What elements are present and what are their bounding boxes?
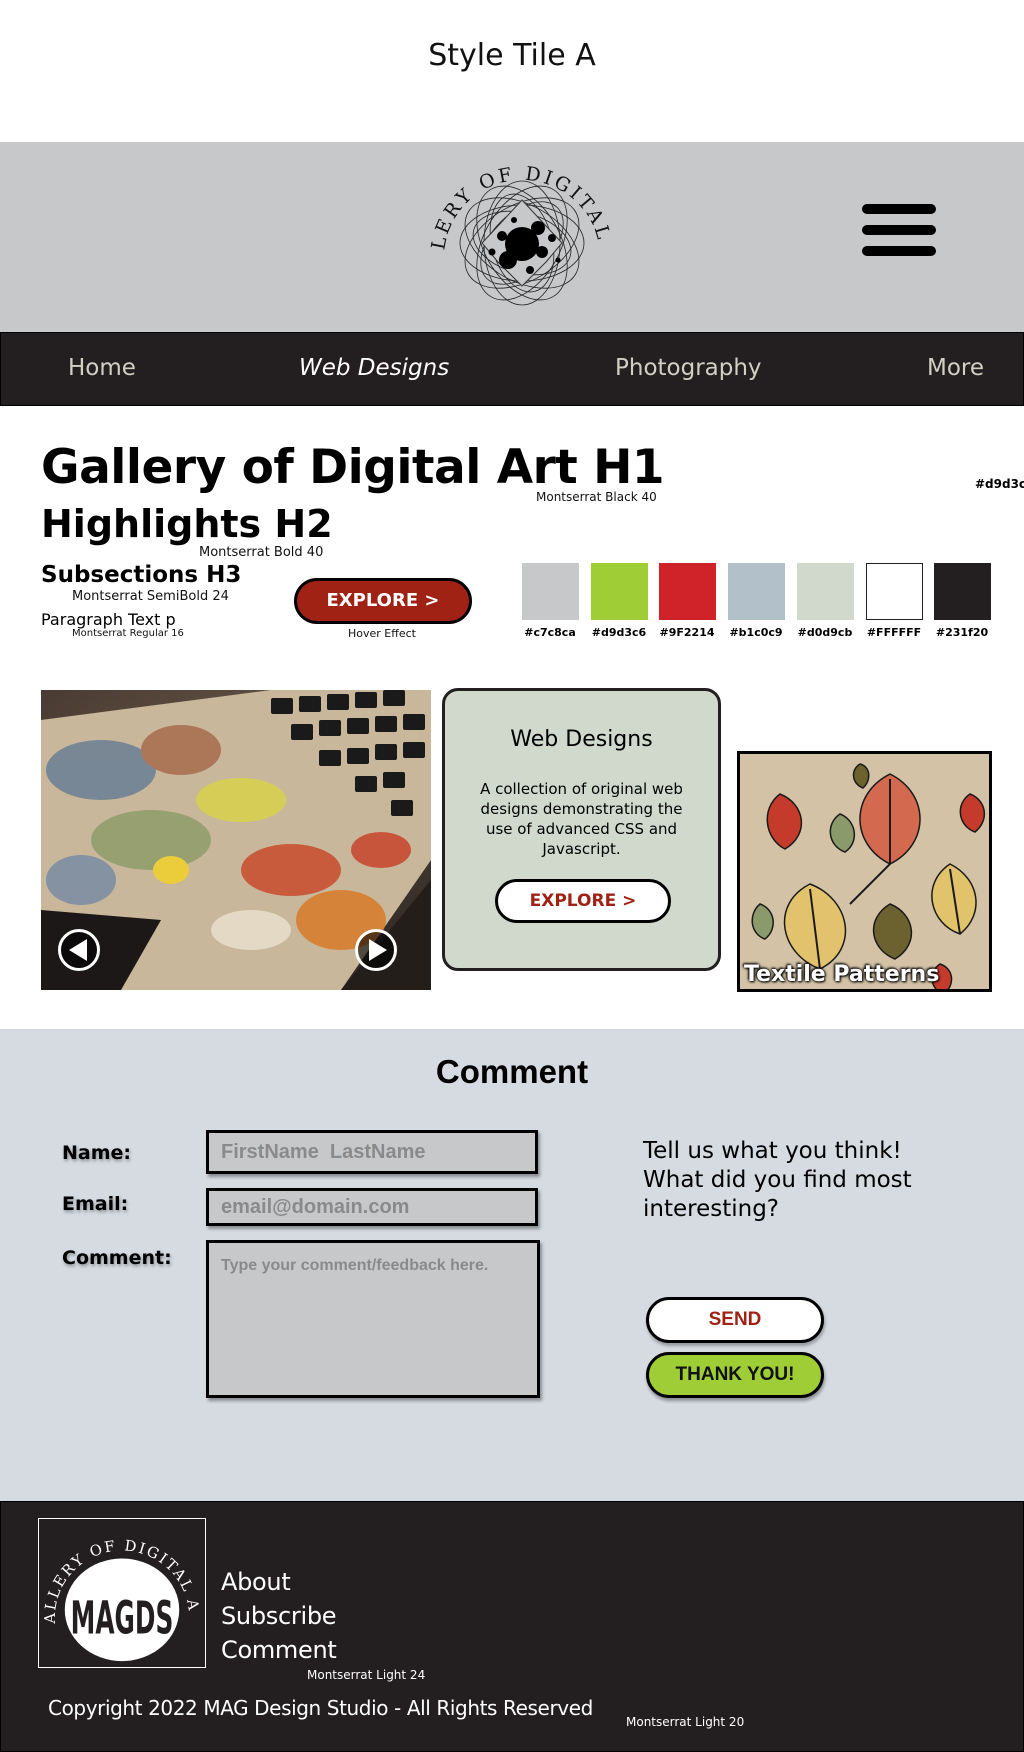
footer-link-about[interactable]: About	[221, 1568, 291, 1596]
page-title: Style Tile A	[428, 38, 596, 73]
copyright-text: Copyright 2022 MAG Design Studio - All R…	[48, 1696, 593, 1720]
carousel-next-button[interactable]	[355, 929, 397, 971]
site-header: GALLERY OF DIGITAL ART	[0, 142, 1024, 332]
email-label: Email:	[62, 1193, 129, 1215]
main-nav: Home Web Designs Photography More	[0, 332, 1024, 406]
hover-effect-caption: Hover Effect	[348, 627, 416, 640]
h2-font-note: Montserrat Bold 40	[199, 545, 324, 560]
textile-patterns-tile[interactable]: Textile Patterns	[737, 751, 992, 992]
triangle-left-icon	[69, 939, 87, 961]
web-designs-card: Web Designs A collection of original web…	[442, 688, 721, 971]
comment-textarea[interactable]	[206, 1240, 540, 1398]
gallery-logo[interactable]: GALLERY OF DIGITAL ART	[422, 148, 622, 328]
color-swatch-label: #9F2214	[659, 626, 715, 639]
nav-item-home[interactable]: Home	[68, 355, 136, 381]
color-swatch-label: #d0d9cb	[797, 626, 853, 639]
paragraph-sample: Paragraph Text p	[41, 610, 176, 629]
carousel-prev-button[interactable]	[58, 929, 100, 971]
name-label: Name:	[62, 1142, 132, 1164]
comment-section: Comment Name: Email: Comment: Tell us wh…	[0, 1029, 1024, 1501]
comment-label: Comment:	[62, 1247, 172, 1269]
explore-hover-button[interactable]: EXPLORE >	[294, 578, 472, 624]
feedback-prompt: Tell us what you think! What did you fin…	[643, 1138, 912, 1222]
footer-link-subscribe[interactable]: Subscribe	[221, 1602, 337, 1630]
h3-font-note: Montserrat SemiBold 24	[72, 589, 229, 604]
triangle-right-icon	[369, 939, 387, 961]
send-button[interactable]: SEND	[646, 1297, 824, 1343]
h3-sample: Subsections H3	[41, 562, 242, 588]
magds-logo[interactable]: GALLERY OF DIGITAL ART MAGDS	[38, 1518, 206, 1668]
nav-item-more[interactable]: More	[927, 355, 984, 381]
name-input[interactable]	[206, 1130, 538, 1174]
color-swatch	[591, 563, 648, 620]
color-swatch-label: #c7c8ca	[524, 626, 576, 639]
comment-title: Comment	[435, 1053, 589, 1090]
photo-carousel	[41, 690, 431, 990]
h2-sample: Highlights H2	[41, 502, 333, 546]
thank-you-button[interactable]: THANK YOU!	[646, 1352, 824, 1398]
card-description: A collection of original web designs dem…	[480, 780, 683, 858]
footer-logo-word: MAGDS	[71, 1591, 174, 1644]
email-input[interactable]	[206, 1188, 538, 1226]
copyright-font-note: Montserrat Light 20	[626, 1715, 745, 1729]
footer-link-comment[interactable]: Comment	[221, 1636, 337, 1664]
nav-item-web-designs[interactable]: Web Designs	[299, 355, 449, 381]
color-swatch	[728, 563, 785, 620]
color-swatch-label: #231f20	[935, 626, 989, 639]
corner-hex-label: #d9d3c6	[975, 477, 1024, 491]
card-title: Web Designs	[510, 727, 653, 752]
h1-sample: Gallery of Digital Art H1	[41, 440, 665, 495]
site-footer: GALLERY OF DIGITAL ART MAGDS About Subsc…	[0, 1501, 1024, 1752]
autumn-leaves-image	[740, 754, 989, 989]
color-swatch-label: #d9d3c6	[591, 626, 647, 639]
footer-links-font-note: Montserrat Light 24	[307, 1668, 426, 1682]
color-swatch	[934, 563, 991, 620]
textile-patterns-label: Textile Patterns	[744, 962, 940, 987]
color-swatch	[866, 563, 923, 620]
h1-font-note: Montserrat Black 40	[536, 490, 657, 504]
card-explore-button[interactable]: EXPLORE >	[495, 879, 671, 923]
color-swatch-label: #FFFFFF	[866, 626, 922, 639]
paragraph-font-note: Montserrat Regular 16	[72, 628, 184, 639]
color-swatch-label: #b1c0c9	[729, 626, 783, 639]
color-swatch	[659, 563, 716, 620]
color-swatch	[797, 563, 854, 620]
color-swatch	[522, 563, 579, 620]
hamburger-menu-icon[interactable]	[862, 204, 936, 260]
nav-item-photography[interactable]: Photography	[615, 355, 762, 381]
